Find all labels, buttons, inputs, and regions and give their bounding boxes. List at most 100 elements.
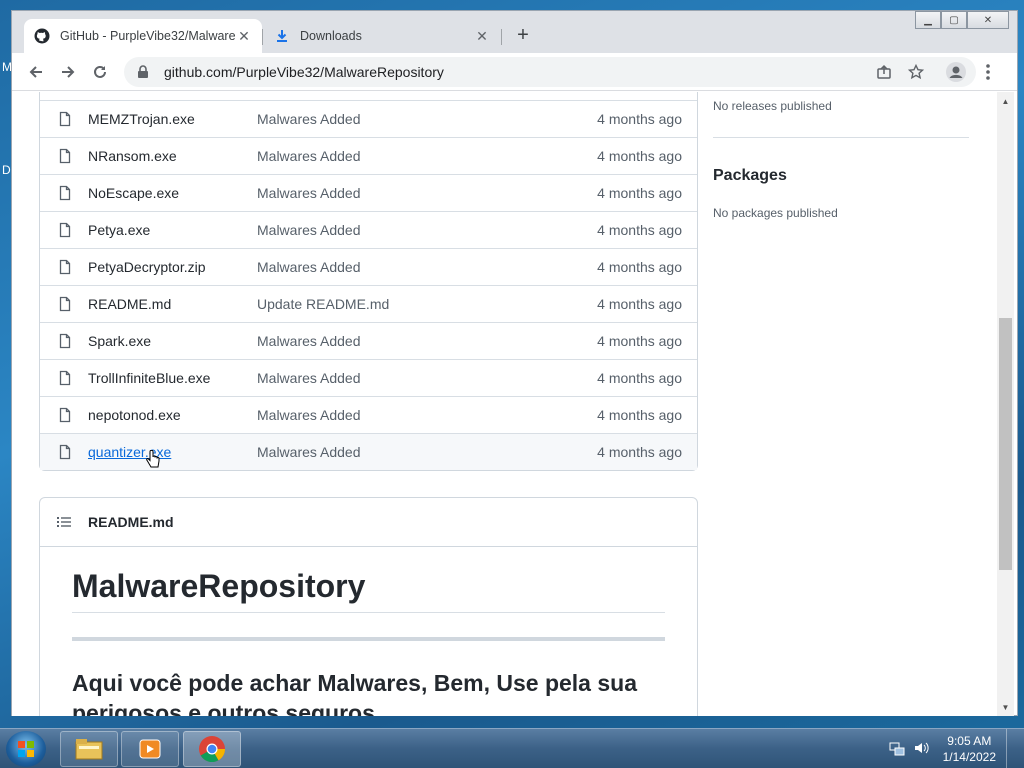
media-player-icon: [139, 739, 161, 759]
share-icon[interactable]: [872, 60, 896, 84]
menu-kebab-icon[interactable]: [976, 60, 1000, 84]
file-row[interactable]: Spark.exe Malwares Added 4 months ago: [40, 322, 697, 359]
clock-time: 9:05 AM: [947, 734, 992, 748]
file-name-link[interactable]: NoEscape.exe: [88, 185, 179, 201]
volume-icon[interactable]: [913, 740, 929, 759]
commit-age: 4 months ago: [597, 296, 682, 312]
tab-divider: [262, 29, 263, 45]
commit-age: 4 months ago: [597, 222, 682, 238]
scrollbar-thumb[interactable]: [999, 318, 1012, 570]
scroll-down-arrow-icon[interactable]: ▼: [997, 700, 1014, 714]
heading-divider: [72, 612, 665, 613]
commit-age: 4 months ago: [597, 185, 682, 201]
page-scrollbar[interactable]: ▲ ▼: [997, 92, 1014, 716]
file-icon: [59, 407, 71, 423]
file-name-link[interactable]: README.md: [88, 296, 171, 312]
file-list: MEMZClean.zipMalwares Added4 months agoM…: [39, 92, 698, 471]
minimize-icon[interactable]: ▁: [915, 11, 941, 29]
taskbar: 9:05 AM 1/14/2022: [0, 728, 1024, 768]
commit-message-link[interactable]: Malwares Added: [257, 111, 361, 127]
file-name-link[interactable]: Petya.exe: [88, 222, 150, 238]
file-icon: [59, 111, 71, 127]
explorer-icon: [75, 739, 103, 760]
commit-message-link[interactable]: Malwares Added: [257, 148, 361, 164]
file-row[interactable]: quantizer.exe Malwares Added 4 months ago: [40, 433, 697, 470]
commit-message-link[interactable]: Malwares Added: [257, 185, 361, 201]
commit-message-link[interactable]: Malwares Added: [257, 222, 361, 238]
system-tray: 9:05 AM 1/14/2022: [889, 729, 1018, 768]
commit-message-link[interactable]: Malwares Added: [257, 333, 361, 349]
file-icon: [59, 185, 71, 201]
show-desktop-button[interactable]: [1006, 729, 1018, 768]
file-row[interactable]: TrollInfiniteBlue.exe Malwares Added 4 mon…: [40, 359, 697, 396]
sidebar-divider: [713, 137, 969, 138]
commit-message-link[interactable]: Malwares Added: [257, 407, 361, 423]
close-window-icon[interactable]: ✕: [967, 11, 1009, 29]
file-name-link[interactable]: TrollInfiniteBlue.exe: [88, 370, 210, 386]
file-icon: [59, 370, 71, 386]
desktop-icon-label[interactable]: D: [2, 163, 11, 177]
maximize-icon[interactable]: ▢: [941, 11, 967, 29]
hand-cursor-icon: [146, 450, 160, 468]
tab-github[interactable]: GitHub - PurpleVibe32/MalwareRepository …: [24, 19, 262, 53]
file-row[interactable]: Petya.exe Malwares Added 4 months ago: [40, 211, 697, 248]
reload-icon[interactable]: [88, 60, 112, 84]
profile-avatar-icon[interactable]: [944, 60, 968, 84]
forward-arrow-icon[interactable]: [56, 60, 80, 84]
tab-title: Downloads: [300, 29, 362, 43]
commit-age: 4 months ago: [597, 370, 682, 386]
new-tab-button[interactable]: +: [512, 25, 534, 47]
back-arrow-icon[interactable]: [24, 60, 48, 84]
scroll-up-arrow-icon[interactable]: ▲: [997, 94, 1014, 108]
file-icon: [59, 333, 71, 349]
file-name-link[interactable]: MEMZTrojan.exe: [88, 111, 195, 127]
taskbar-media-player[interactable]: [121, 731, 179, 767]
clock[interactable]: 9:05 AM 1/14/2022: [943, 733, 996, 765]
commit-age: 4 months ago: [597, 259, 682, 275]
file-name-link[interactable]: Spark.exe: [88, 333, 151, 349]
taskbar-explorer[interactable]: [60, 731, 118, 767]
file-icon: [59, 259, 71, 275]
list-icon[interactable]: [56, 514, 72, 530]
packages-empty-text: No packages published: [713, 206, 838, 220]
commit-age: 4 months ago: [597, 333, 682, 349]
file-row[interactable]: NRansom.exe Malwares Added 4 months ago: [40, 137, 697, 174]
network-icon[interactable]: [889, 740, 905, 759]
browser-window: GitHub - PurpleVibe32/MalwareRepository …: [11, 10, 1018, 716]
commit-age: 4 months ago: [597, 148, 682, 164]
commit-age: 4 months ago: [597, 407, 682, 423]
file-row[interactable]: README.md Update README.md 4 months ago: [40, 285, 697, 322]
file-row[interactable]: MEMZClean.zipMalwares Added4 months ago: [40, 92, 697, 100]
readme-panel: README.md MalwareRepository Aqui você po…: [39, 497, 698, 716]
file-name-link[interactable]: NRansom.exe: [88, 148, 177, 164]
commit-message-link[interactable]: Malwares Added: [257, 444, 361, 460]
tab-downloads[interactable]: Downloads ✕: [264, 19, 500, 53]
start-button[interactable]: [6, 731, 46, 767]
readme-file-label[interactable]: README.md: [88, 514, 174, 530]
commit-message-link[interactable]: Malwares Added: [257, 370, 361, 386]
packages-heading[interactable]: Packages: [713, 167, 787, 185]
file-name-link[interactable]: nepotonod.exe: [88, 407, 181, 423]
file-icon: [59, 148, 71, 164]
file-row[interactable]: NoEscape.exe Malwares Added 4 months ago: [40, 174, 697, 211]
commit-message-link[interactable]: Update README.md: [257, 296, 389, 312]
file-icon: [59, 222, 71, 238]
file-row[interactable]: MEMZTrojan.exe Malwares Added 4 months ago: [40, 100, 697, 137]
commit-age: 4 months ago: [597, 111, 682, 127]
file-name-link[interactable]: PetyaDecryptor.zip: [88, 259, 206, 275]
commit-age: 4 months ago: [597, 444, 682, 460]
bookmark-star-icon[interactable]: [904, 60, 928, 84]
page-viewport: MEMZClean.zipMalwares Added4 months agoM…: [12, 92, 997, 716]
address-bar[interactable]: github.com/PurpleVibe32/MalwareRepositor…: [124, 57, 976, 87]
close-icon[interactable]: ✕: [236, 28, 252, 44]
close-icon[interactable]: ✕: [474, 28, 490, 44]
clock-date: 1/14/2022: [942, 750, 996, 764]
file-row[interactable]: PetyaDecryptor.zip Malwares Added 4 months…: [40, 248, 697, 285]
taskbar-chrome[interactable]: [183, 731, 241, 767]
tab-title: GitHub - PurpleVibe32/MalwareRepository: [60, 29, 236, 43]
windows-logo-icon: [18, 741, 34, 757]
commit-message-link[interactable]: Malwares Added: [257, 259, 361, 275]
lock-icon[interactable]: [136, 65, 150, 79]
releases-empty-text: No releases published: [713, 99, 832, 113]
file-row[interactable]: nepotonod.exe Malwares Added 4 months ago: [40, 396, 697, 433]
